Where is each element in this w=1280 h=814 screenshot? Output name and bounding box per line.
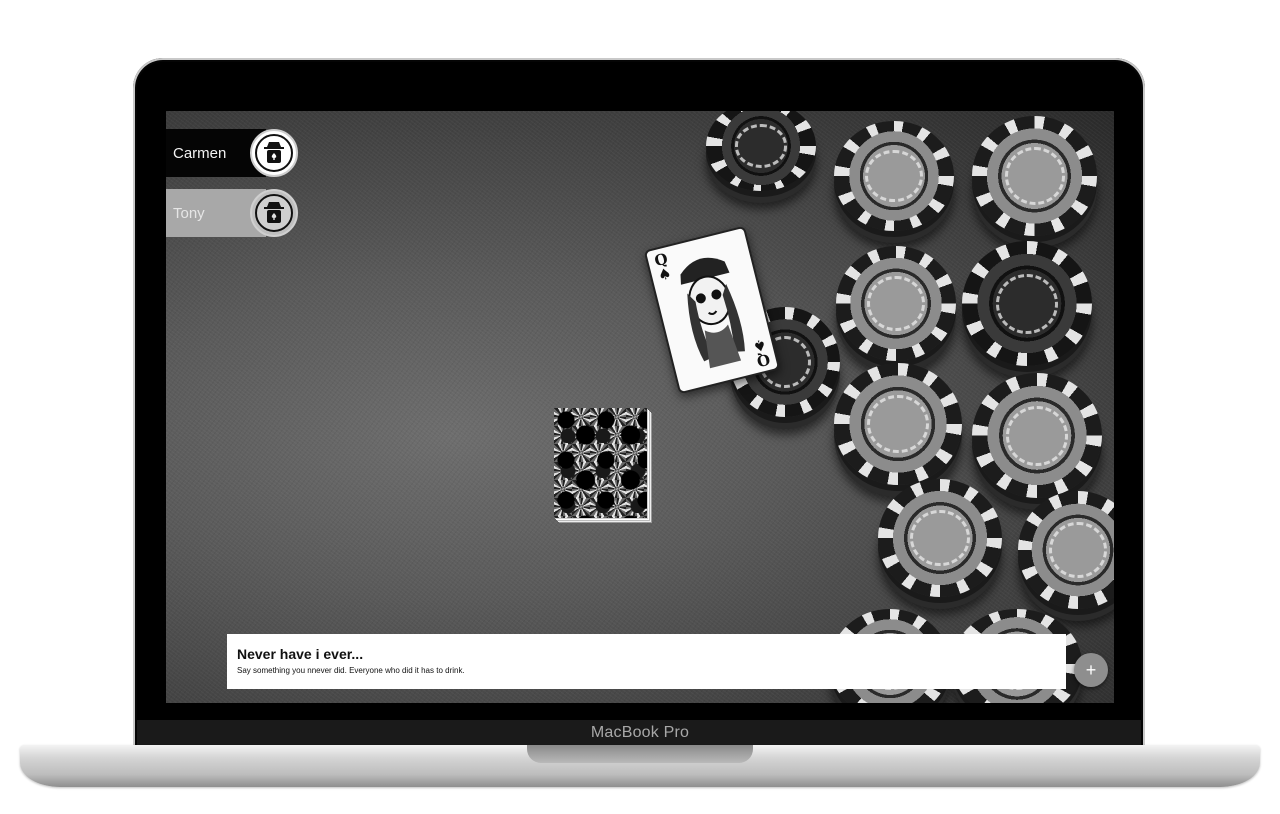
card-suit: ♠ [750,335,768,356]
poker-chip [878,479,1002,597]
device-label: MacBook Pro [590,724,690,741]
poker-chip [972,116,1097,236]
prompt-description: Say something you nnever did. Everyone w… [237,666,465,675]
poker-chip [834,363,962,485]
poker-chip [962,241,1092,366]
player-avatar [250,129,298,177]
gambler-hat-icon [255,194,293,232]
gambler-hat-icon [255,134,293,172]
skull-pattern-card-back [554,408,647,518]
player-tag-tony[interactable]: Tony [166,189,298,237]
felt-table [166,111,1114,703]
laptop-notch [527,745,753,763]
game-screen: Carmen Tony Q ♠ Q ♠ Never have i ever...… [166,111,1114,703]
player-avatar [250,189,298,237]
poker-chip [972,373,1102,498]
prompt-title: Never have i ever... [237,646,364,662]
card-deck[interactable] [554,408,647,518]
player-tag-carmen[interactable]: Carmen [166,129,298,177]
poker-chip [836,246,956,361]
poker-chip [834,121,954,231]
prompt-panel: Never have i ever... Say something you n… [227,634,1066,689]
add-button[interactable]: + [1074,653,1108,687]
